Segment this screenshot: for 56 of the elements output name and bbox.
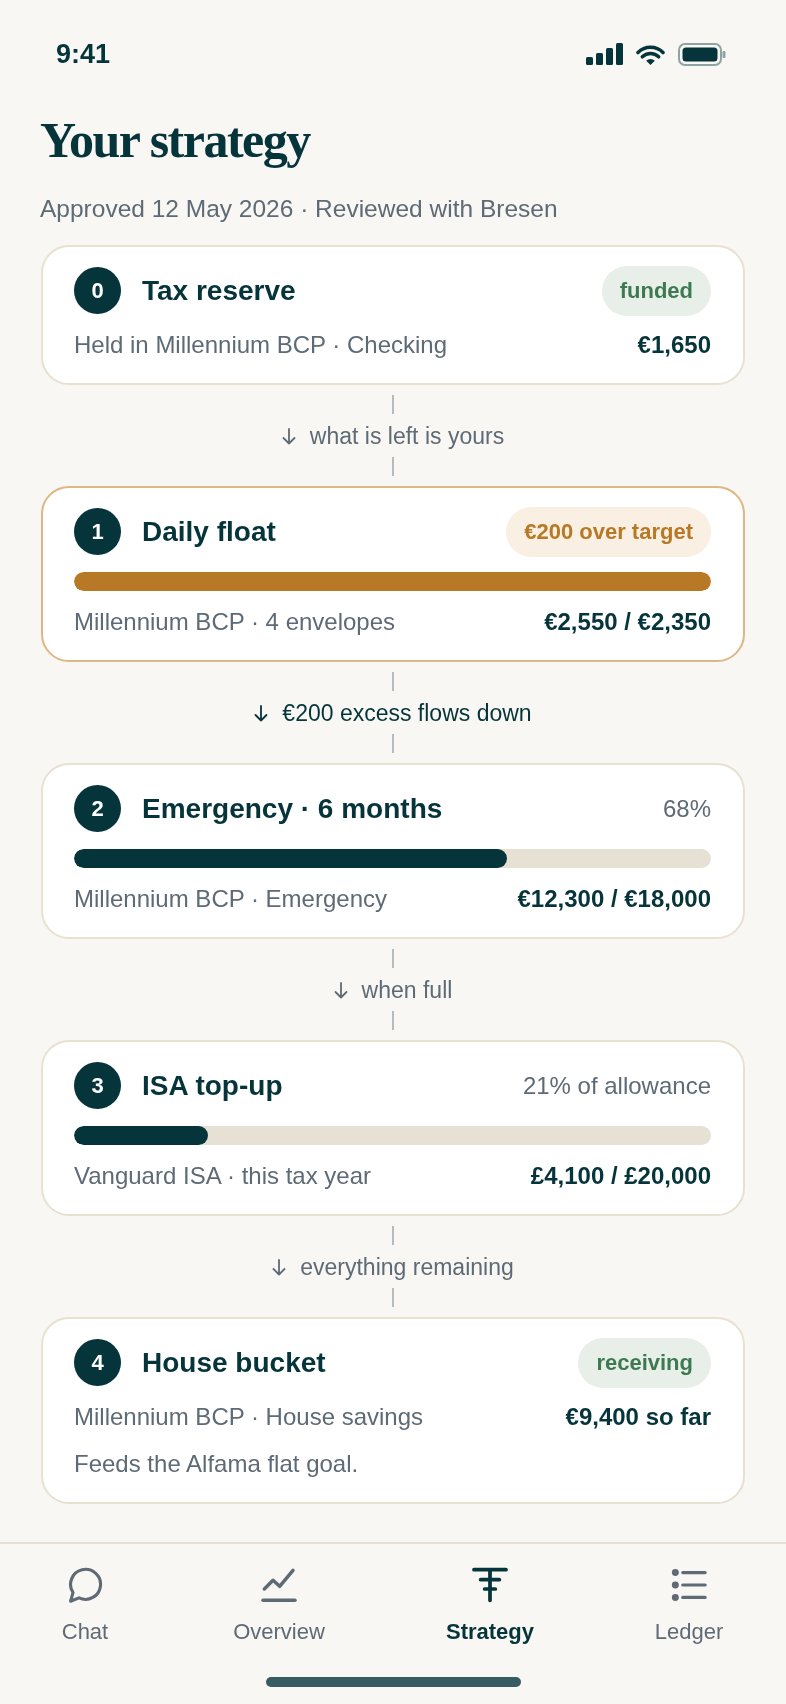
status-badge: receiving — [578, 1337, 711, 1388]
connector-line — [392, 1288, 394, 1307]
tab-item[interactable]: Strategy — [445, 1567, 534, 1646]
connector-line — [392, 457, 394, 476]
flow-label: what is left is yours — [309, 422, 505, 450]
progress-stat: 68% — [662, 794, 711, 823]
amount-value: €9,400 so far — [565, 1403, 711, 1431]
trend-line-icon — [261, 1567, 297, 1603]
signal-icon — [586, 43, 623, 65]
arrow-down-icon — [333, 981, 348, 999]
account-label: Millennium BCP · Emergency — [74, 885, 387, 913]
step-number: 4 — [74, 1339, 121, 1386]
bucket-title: Emergency · 6 months — [142, 791, 443, 826]
account-label: Vanguard ISA · this tax year — [74, 1162, 372, 1190]
account-label: Held in Millennium BCP · Checking — [74, 331, 448, 359]
step-number: 1 — [74, 508, 121, 555]
progress-stat: 21% of allowance — [522, 1071, 711, 1100]
step-number: 0 — [74, 267, 121, 314]
bucket-note: Feeds the Alfama flat goal. — [74, 1450, 360, 1478]
bucket-title: Daily float — [142, 514, 276, 549]
wifi-icon — [636, 43, 665, 65]
list-icon — [671, 1567, 707, 1603]
tiered-stem-icon — [472, 1567, 508, 1603]
flow-label: when full — [361, 976, 453, 1004]
flow-label: €200 excess flows down — [282, 699, 532, 727]
tab-item[interactable]: Ledger — [654, 1567, 724, 1646]
bucket-title: ISA top-up — [142, 1068, 283, 1103]
page-subtitle: Approved 12 May 2026 · Reviewed with Bresen — [40, 194, 559, 224]
arrow-down-icon — [254, 704, 269, 722]
amount-value: €1,650 — [637, 331, 711, 359]
status-badge: funded — [601, 265, 711, 316]
status-time: 9:41 — [56, 38, 111, 71]
connector-line — [392, 734, 394, 753]
amount-value: €12,300 / €18,000 — [517, 885, 711, 913]
account-label: Millennium BCP · House savings — [74, 1403, 424, 1431]
account-label: Millennium BCP · 4 envelopes — [74, 608, 396, 636]
connector-line — [392, 395, 394, 414]
amount-value: €2,550 / €2,350 — [544, 608, 711, 636]
speech-bubble-icon — [67, 1567, 103, 1603]
step-number: 2 — [74, 785, 121, 832]
connector-line — [392, 949, 394, 968]
amount-value: £4,100 / £20,000 — [530, 1162, 711, 1190]
connector-line — [392, 1011, 394, 1030]
bucket-title: House bucket — [142, 1345, 326, 1380]
step-number: 3 — [74, 1062, 121, 1109]
page-title: Your strategy — [40, 111, 312, 170]
status-badge: €200 over target — [506, 506, 711, 557]
battery-icon — [678, 42, 726, 66]
tab-item[interactable]: Overview — [233, 1567, 325, 1646]
connector-line — [392, 1226, 394, 1245]
connector-line — [392, 672, 394, 691]
tab-item[interactable]: Chat — [61, 1567, 109, 1646]
arrow-down-icon — [281, 427, 296, 445]
bucket-title: Tax reserve — [142, 273, 296, 308]
arrow-down-icon — [272, 1258, 287, 1276]
flow-label: everything remaining — [300, 1253, 514, 1281]
